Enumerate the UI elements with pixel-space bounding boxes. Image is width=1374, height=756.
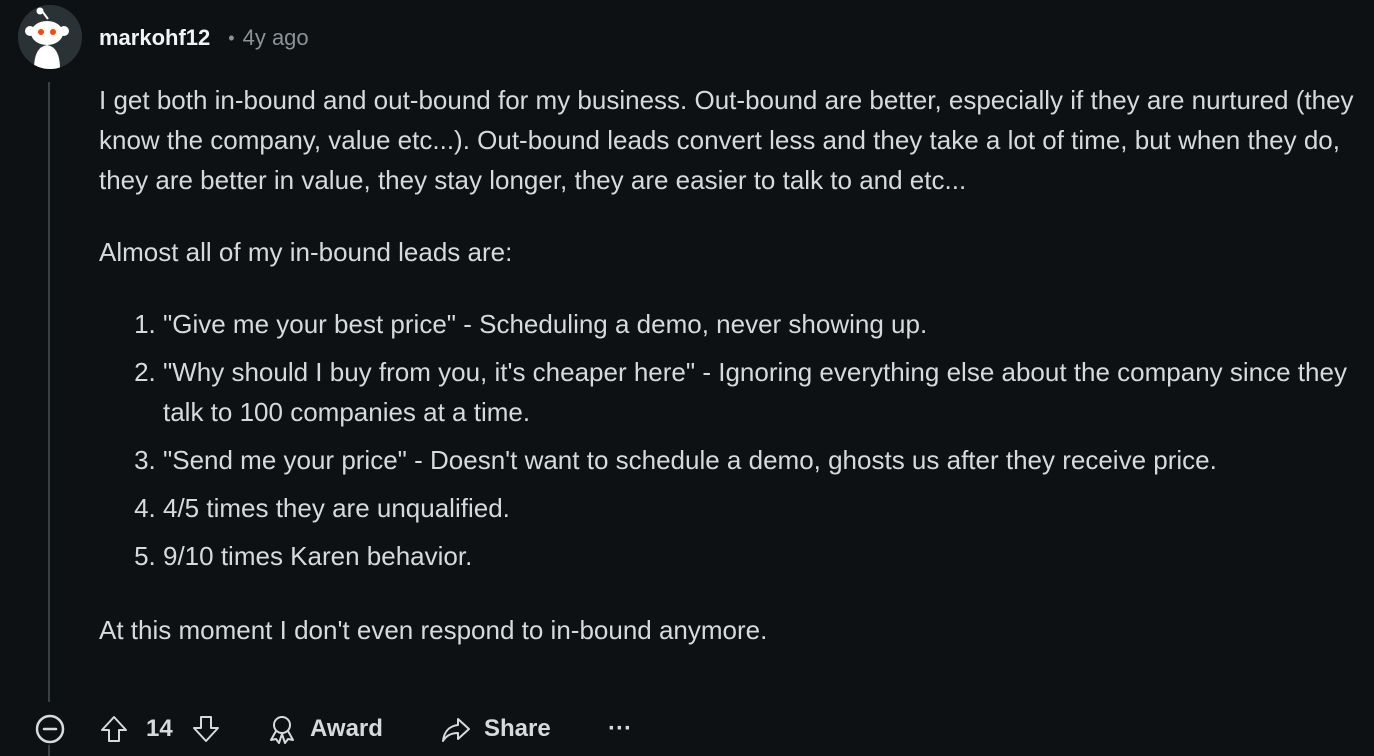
vote-count-text: 14 bbox=[146, 715, 173, 742]
username-link[interactable]: markohf12 bbox=[99, 25, 210, 51]
share-button[interactable]: Share bbox=[440, 704, 551, 754]
more-dots-icon: ··· bbox=[608, 715, 632, 742]
comment: markohf12 • 4y ago I get both in-bound a… bbox=[0, 0, 1374, 756]
separator-dot: • bbox=[228, 27, 235, 48]
award-ribbon-icon bbox=[266, 713, 298, 745]
reddit-snoo-avatar-icon bbox=[18, 5, 82, 69]
comment-paragraph: I get both in-bound and out-bound for my… bbox=[99, 85, 1354, 195]
comment-actions: 14 Award Share ··· bbox=[0, 704, 1374, 754]
comment-paragraph: Almost all of my in-bound leads are: bbox=[99, 237, 513, 267]
upvote-arrow-icon bbox=[98, 713, 130, 745]
thread-line[interactable] bbox=[48, 82, 50, 702]
vote-count: 14 bbox=[146, 704, 173, 754]
comment-header: markohf12 • 4y ago bbox=[99, 22, 309, 54]
comment-paragraph: At this moment I don't even respond to i… bbox=[99, 615, 768, 645]
ordered-list: "Give me your best price" - Scheduling a… bbox=[99, 304, 1361, 576]
collapse-minus-icon bbox=[35, 714, 65, 744]
upvote-button[interactable] bbox=[98, 704, 130, 754]
comment-body: I get both in-bound and out-bound for my… bbox=[99, 80, 1361, 650]
share-arrow-icon bbox=[440, 713, 472, 745]
list-item: 9/10 times Karen behavior. bbox=[163, 536, 1361, 576]
downvote-arrow-icon bbox=[190, 713, 222, 745]
list-item: "Why should I buy from you, it's cheaper… bbox=[163, 352, 1361, 432]
award-label: Award bbox=[310, 715, 383, 742]
list-item: 4/5 times they are unqualified. bbox=[163, 488, 1361, 528]
collapse-button[interactable] bbox=[34, 713, 66, 745]
list-item: "Send me your price" - Doesn't want to s… bbox=[163, 440, 1361, 480]
downvote-button[interactable] bbox=[190, 704, 222, 754]
list-item: "Give me your best price" - Scheduling a… bbox=[163, 304, 1361, 344]
timestamp[interactable]: 4y ago bbox=[243, 25, 309, 51]
share-label: Share bbox=[484, 715, 551, 742]
avatar[interactable] bbox=[18, 5, 82, 69]
award-button[interactable]: Award bbox=[266, 704, 383, 754]
more-options-button[interactable]: ··· bbox=[608, 704, 632, 754]
